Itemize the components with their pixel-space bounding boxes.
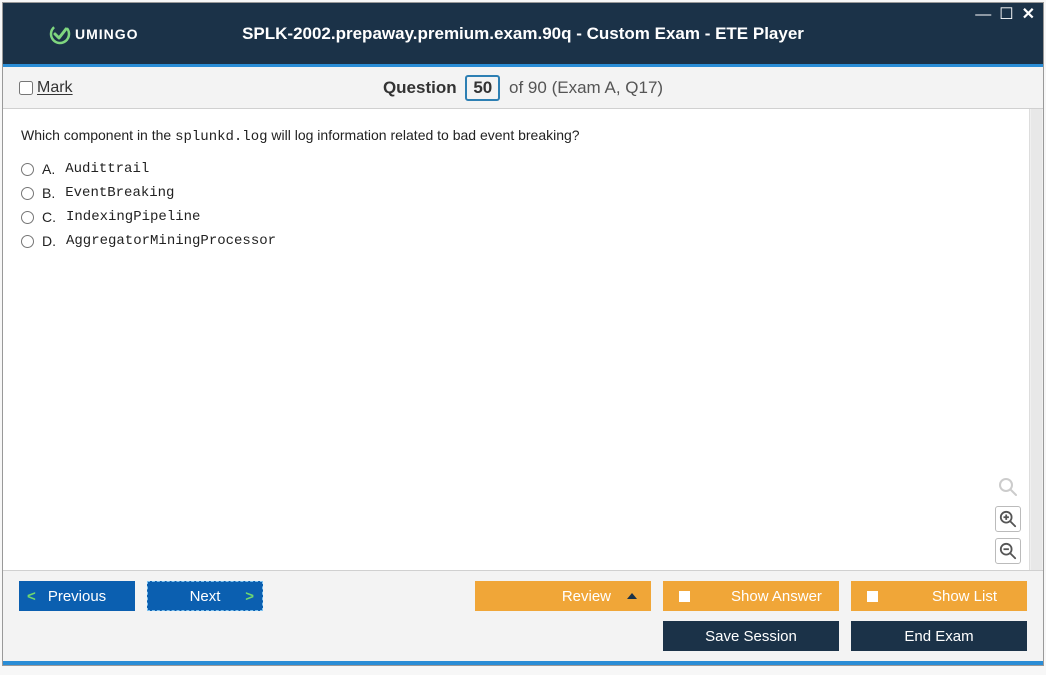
option-a-radio[interactable] bbox=[21, 163, 34, 176]
question-text-code: splunkd.log bbox=[175, 129, 267, 145]
zoom-out-icon[interactable] bbox=[995, 538, 1021, 564]
mark-checkbox-wrap[interactable]: Mark bbox=[19, 79, 73, 97]
footer-row-1: < Previous Next > Review Show Answer Sho… bbox=[19, 581, 1027, 611]
zoom-in-icon[interactable] bbox=[995, 506, 1021, 532]
app-logo: UMINGO bbox=[49, 23, 139, 45]
footer-row-2: Save Session End Exam bbox=[19, 621, 1027, 651]
end-exam-button[interactable]: End Exam bbox=[851, 621, 1027, 651]
window-controls: — ☐ ✕ bbox=[975, 7, 1035, 23]
logo-text: UMINGO bbox=[75, 26, 139, 42]
question-text-pre: Which component in the bbox=[21, 127, 175, 143]
save-session-button[interactable]: Save Session bbox=[663, 621, 839, 651]
footer: < Previous Next > Review Show Answer Sho… bbox=[3, 570, 1043, 661]
option-b-letter: B. bbox=[42, 185, 55, 201]
minimize-icon[interactable]: — bbox=[975, 7, 991, 23]
option-b-value: EventBreaking bbox=[65, 185, 174, 201]
window-title: SPLK-2002.prepaway.premium.exam.90q - Cu… bbox=[3, 24, 1043, 44]
of-word: of bbox=[509, 78, 523, 97]
bottom-accent bbox=[3, 661, 1043, 665]
option-d-letter: D. bbox=[42, 233, 56, 249]
option-a[interactable]: A. Audittrail bbox=[21, 161, 1011, 177]
option-d[interactable]: D. AggregatorMiningProcessor bbox=[21, 233, 1011, 249]
app-window: UMINGO SPLK-2002.prepaway.premium.exam.9… bbox=[2, 2, 1044, 666]
save-session-label: Save Session bbox=[705, 628, 797, 645]
next-label: Next bbox=[190, 588, 221, 605]
content-area: Which component in the splunkd.log will … bbox=[3, 109, 1043, 570]
question-header: Mark Question 50 of 90 (Exam A, Q17) bbox=[3, 67, 1043, 109]
option-b-radio[interactable] bbox=[21, 187, 34, 200]
question-position: Question 50 of 90 (Exam A, Q17) bbox=[3, 75, 1043, 101]
mark-checkbox[interactable] bbox=[19, 81, 33, 95]
question-text: Which component in the splunkd.log will … bbox=[21, 127, 1011, 145]
option-a-value: Audittrail bbox=[65, 161, 149, 177]
option-c-letter: C. bbox=[42, 209, 56, 225]
show-answer-button[interactable]: Show Answer bbox=[663, 581, 839, 611]
show-list-label: Show List bbox=[902, 588, 1027, 605]
zoom-tools bbox=[995, 474, 1021, 564]
next-button[interactable]: Next > bbox=[147, 581, 263, 611]
triangle-up-icon bbox=[627, 593, 637, 599]
scrollbar-thumb[interactable] bbox=[1031, 109, 1042, 570]
end-exam-label: End Exam bbox=[904, 628, 973, 645]
chevron-left-icon: < bbox=[27, 588, 36, 605]
option-c[interactable]: C. IndexingPipeline bbox=[21, 209, 1011, 225]
vertical-scrollbar[interactable] bbox=[1029, 109, 1043, 570]
review-label: Review bbox=[562, 588, 611, 605]
show-list-button[interactable]: Show List bbox=[851, 581, 1027, 611]
option-d-radio[interactable] bbox=[21, 235, 34, 248]
checkmark-circle-icon bbox=[49, 23, 71, 45]
mark-label: Mark bbox=[37, 79, 73, 97]
exam-ref: (Exam A, Q17) bbox=[552, 78, 663, 97]
option-c-value: IndexingPipeline bbox=[66, 209, 200, 225]
question-text-post: will log information related to bad even… bbox=[268, 127, 580, 143]
option-d-value: AggregatorMiningProcessor bbox=[66, 233, 276, 249]
question-number-current: 50 bbox=[465, 75, 500, 101]
maximize-icon[interactable]: ☐ bbox=[999, 7, 1013, 23]
review-button[interactable]: Review bbox=[475, 581, 651, 611]
close-icon[interactable]: ✕ bbox=[1022, 7, 1035, 23]
question-word: Question bbox=[383, 78, 457, 97]
stop-icon bbox=[867, 591, 878, 602]
question-total: 90 bbox=[528, 78, 547, 97]
show-answer-label: Show Answer bbox=[714, 588, 839, 605]
options-list: A. Audittrail B. EventBreaking C. Indexi… bbox=[21, 161, 1011, 249]
previous-label: Previous bbox=[48, 588, 106, 605]
stop-icon bbox=[679, 591, 690, 602]
option-a-letter: A. bbox=[42, 161, 55, 177]
previous-button[interactable]: < Previous bbox=[19, 581, 135, 611]
question-content: Which component in the splunkd.log will … bbox=[3, 109, 1029, 570]
option-c-radio[interactable] bbox=[21, 211, 34, 224]
option-b[interactable]: B. EventBreaking bbox=[21, 185, 1011, 201]
chevron-right-icon: > bbox=[245, 588, 254, 605]
search-icon[interactable] bbox=[995, 474, 1021, 500]
titlebar: UMINGO SPLK-2002.prepaway.premium.exam.9… bbox=[3, 3, 1043, 67]
